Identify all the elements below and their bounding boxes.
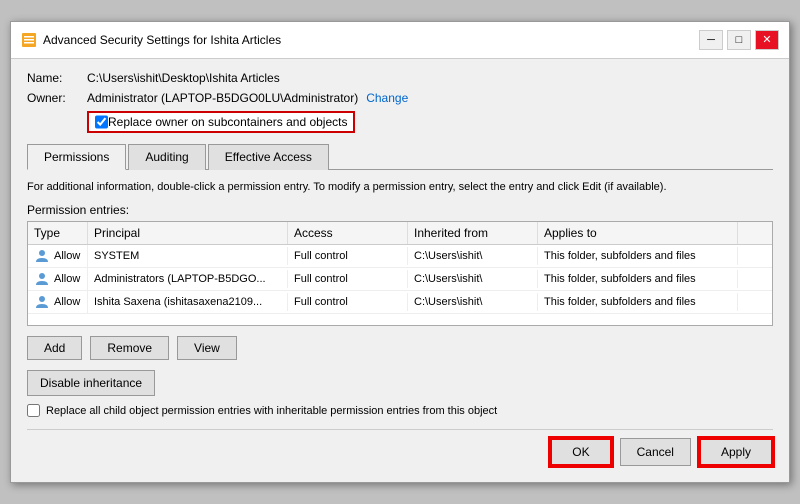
maximize-button[interactable]: □: [727, 30, 751, 50]
row2-type: Allow: [28, 268, 88, 290]
row2-principal: Administrators (LAPTOP-B5DGO...: [88, 270, 288, 288]
row1-inherited: C:\Users\ishit\: [408, 247, 538, 265]
bottom-buttons: OK Cancel Apply: [27, 429, 773, 470]
window-title: Advanced Security Settings for Ishita Ar…: [43, 33, 281, 47]
col-inherited: Inherited from: [408, 222, 538, 244]
row2-inherited: C:\Users\ishit\: [408, 270, 538, 288]
row2-applies: This folder, subfolders and files: [538, 270, 738, 288]
user-icon: [34, 271, 50, 287]
window-icon: [21, 32, 37, 48]
table-row[interactable]: Allow Ishita Saxena (ishitasaxena2109...…: [28, 291, 772, 314]
permissions-table: Type Principal Access Inherited from App…: [27, 221, 773, 326]
title-bar-controls: ─ □ ✕: [699, 30, 779, 50]
tab-effective-access[interactable]: Effective Access: [208, 144, 329, 170]
view-button[interactable]: View: [177, 336, 237, 360]
apply-button[interactable]: Apply: [699, 438, 773, 466]
row3-applies: This folder, subfolders and files: [538, 293, 738, 311]
replace-all-checkbox[interactable]: [27, 404, 40, 417]
info-text: For additional information, double-click…: [27, 180, 773, 195]
owner-row: Owner: Administrator (LAPTOP-B5DGO0LU\Ad…: [27, 91, 773, 105]
permission-entries-label: Permission entries:: [27, 203, 773, 217]
col-applies: Applies to: [538, 222, 738, 244]
tabs-container: Permissions Auditing Effective Access: [27, 143, 773, 170]
ok-button[interactable]: OK: [550, 438, 611, 466]
owner-value: Administrator (LAPTOP-B5DGO0LU\Administr…: [87, 91, 358, 105]
row1-principal: SYSTEM: [88, 247, 288, 265]
replace-all-row: Replace all child object permission entr…: [27, 404, 773, 417]
user-icon: [34, 248, 50, 264]
content-area: Name: C:\Users\ishit\Desktop\Ishita Arti…: [11, 59, 789, 482]
row1-access: Full control: [288, 247, 408, 265]
row3-access: Full control: [288, 293, 408, 311]
table-row[interactable]: Allow Administrators (LAPTOP-B5DGO... Fu…: [28, 268, 772, 291]
close-button[interactable]: ✕: [755, 30, 779, 50]
row3-type: Allow: [28, 291, 88, 313]
user-icon: [34, 294, 50, 310]
title-bar: Advanced Security Settings for Ishita Ar…: [11, 22, 789, 59]
row2-access: Full control: [288, 270, 408, 288]
col-type: Type: [28, 222, 88, 244]
replace-all-label: Replace all child object permission entr…: [46, 405, 497, 417]
remove-button[interactable]: Remove: [90, 336, 169, 360]
title-bar-left: Advanced Security Settings for Ishita Ar…: [21, 32, 281, 48]
main-window: Advanced Security Settings for Ishita Ar…: [10, 21, 790, 483]
row3-principal: Ishita Saxena (ishitasaxena2109...: [88, 293, 288, 311]
table-row[interactable]: Allow SYSTEM Full control C:\Users\ishit…: [28, 245, 772, 268]
replace-owner-checkbox[interactable]: [95, 115, 108, 129]
action-buttons: Add Remove View: [27, 336, 773, 360]
change-link[interactable]: Change: [366, 91, 408, 105]
replace-owner-container: Replace owner on subcontainers and objec…: [87, 111, 355, 133]
name-value: C:\Users\ishit\Desktop\Ishita Articles: [87, 71, 280, 85]
add-button[interactable]: Add: [27, 336, 82, 360]
replace-owner-label: Replace owner on subcontainers and objec…: [108, 115, 347, 129]
minimize-button[interactable]: ─: [699, 30, 723, 50]
disable-inheritance-button[interactable]: Disable inheritance: [27, 370, 155, 396]
name-label: Name:: [27, 71, 87, 85]
table-body: Allow SYSTEM Full control C:\Users\ishit…: [28, 245, 772, 325]
row1-type: Allow: [28, 245, 88, 267]
col-principal: Principal: [88, 222, 288, 244]
name-row: Name: C:\Users\ishit\Desktop\Ishita Arti…: [27, 71, 773, 85]
row3-inherited: C:\Users\ishit\: [408, 293, 538, 311]
owner-label: Owner:: [27, 91, 87, 105]
col-access: Access: [288, 222, 408, 244]
row1-applies: This folder, subfolders and files: [538, 247, 738, 265]
tab-auditing[interactable]: Auditing: [128, 144, 205, 170]
cancel-button[interactable]: Cancel: [620, 438, 691, 466]
tab-permissions[interactable]: Permissions: [27, 144, 126, 170]
table-header: Type Principal Access Inherited from App…: [28, 222, 772, 245]
